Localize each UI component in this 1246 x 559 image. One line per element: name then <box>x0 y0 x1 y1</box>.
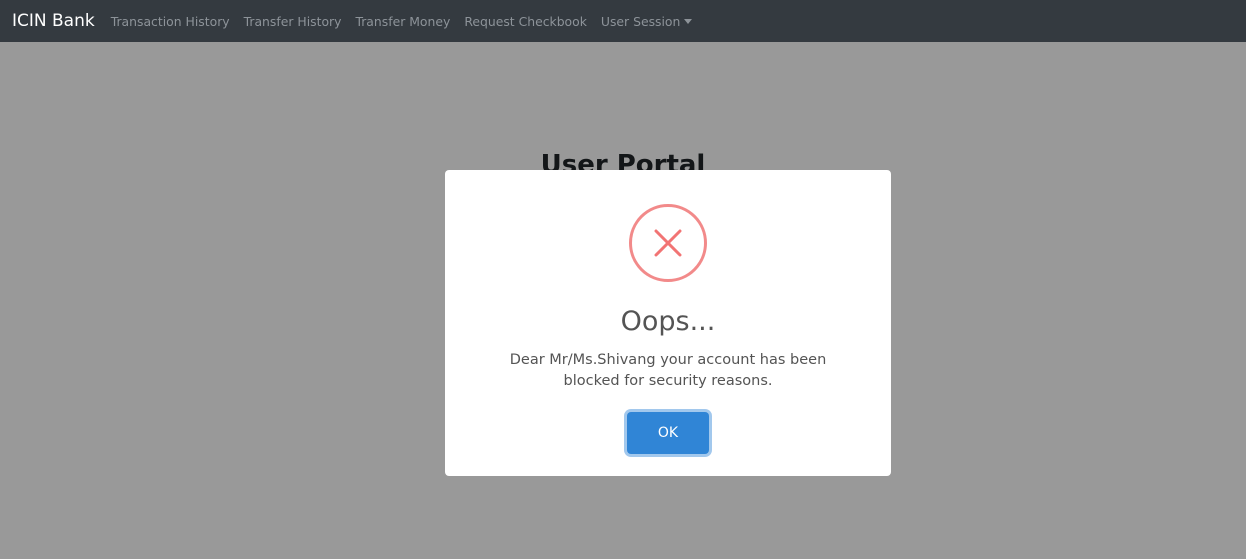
user-session-label: User Session <box>600 13 681 29</box>
error-modal: Oops... Dear Mr/Ms.Shivang your account … <box>445 170 891 476</box>
nav-request-checkbook[interactable]: Request Checkbook <box>464 14 587 29</box>
brand-link[interactable]: ICIN Bank <box>12 11 95 31</box>
nav-transfer-history[interactable]: Transfer History <box>244 14 342 29</box>
caret-down-icon <box>684 19 693 24</box>
modal-message: Dear Mr/Ms.Shivang your account has been… <box>509 352 827 389</box>
x-mark-icon <box>654 229 682 257</box>
error-x-icon <box>629 204 707 282</box>
nav-transfer-money[interactable]: Transfer Money <box>355 14 450 29</box>
nav-items: Transaction History Transfer History Tra… <box>111 14 693 29</box>
user-session-dropdown[interactable]: User Session <box>600 13 693 29</box>
nav-transaction-history[interactable]: Transaction History <box>111 14 230 29</box>
modal-title: Oops... <box>620 306 716 337</box>
top-navbar: ICIN Bank Transaction History Transfer H… <box>0 0 1246 42</box>
ok-button[interactable]: OK <box>627 412 709 454</box>
